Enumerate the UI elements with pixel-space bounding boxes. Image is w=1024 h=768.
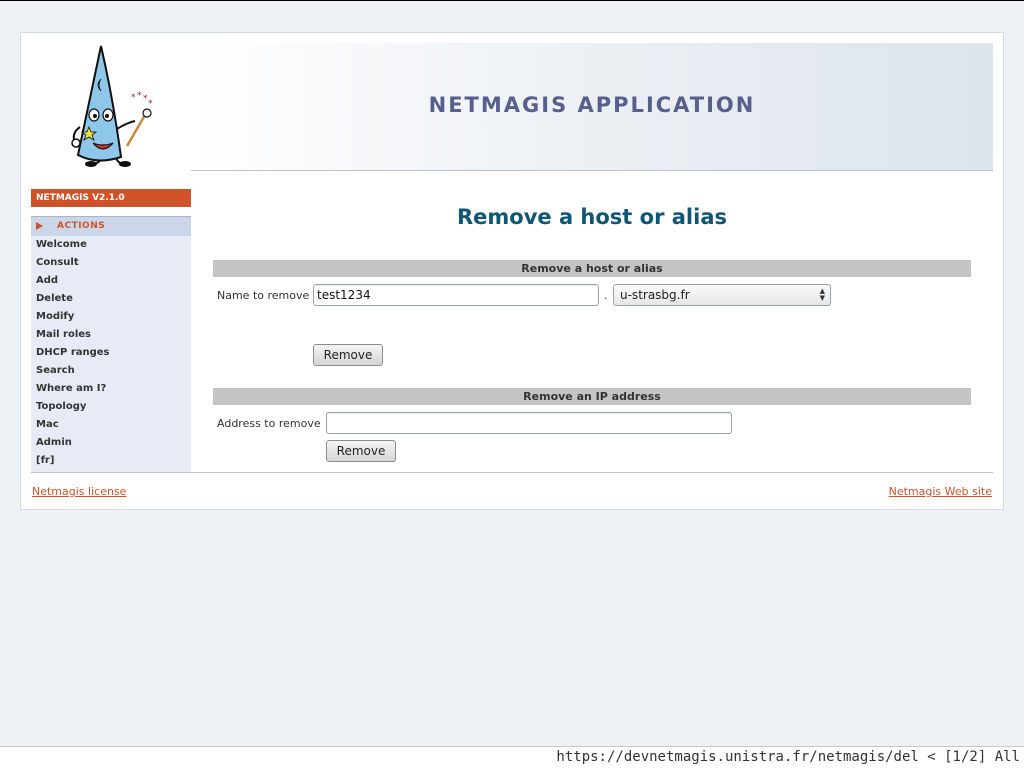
address-to-remove-label: Address to remove (217, 417, 321, 430)
license-link[interactable]: Netmagis license (32, 485, 126, 498)
sidebar-item-where-am-i[interactable]: Where am I? (31, 380, 191, 398)
svg-text:*: * (148, 99, 153, 109)
updown-arrows-icon: ▲ ▼ (819, 287, 825, 302)
footer-divider (31, 472, 993, 473)
sidebar-item-topology[interactable]: Topology (31, 398, 191, 416)
version-label: NETMAGIS V2.1.0 (31, 189, 191, 207)
sidebar-item-mail-roles[interactable]: Mail roles (31, 326, 191, 344)
name-input[interactable] (313, 284, 599, 306)
wizard-hat-logo: * * * * (71, 45, 153, 167)
svg-text:*: * (137, 91, 142, 101)
triangle-right-icon (36, 222, 43, 230)
remove-ip-button[interactable]: Remove (326, 440, 396, 462)
svg-text:*: * (131, 93, 136, 103)
sidebar-item-modify[interactable]: Modify (31, 308, 191, 326)
sidebar-item-delete[interactable]: Delete (31, 290, 191, 308)
header-banner: NETMAGIS APPLICATION (191, 43, 993, 170)
window-top-edge (0, 0, 1024, 1)
ip-section-header: Remove an IP address (213, 388, 971, 405)
header: * * * * NETMAGIS APPLICATION (31, 43, 993, 171)
sidebar: NETMAGIS V2.1.0 ACTIONS Welcome Consult … (31, 189, 191, 472)
sidebar-item-welcome[interactable]: Welcome (31, 236, 191, 254)
name-to-remove-label: Name to remove (217, 289, 310, 302)
domain-select[interactable]: u-strasbg.fr ▲ ▼ (613, 284, 831, 306)
logo-area: * * * * (31, 43, 191, 171)
host-section-header: Remove a host or alias (213, 260, 971, 277)
sidebar-item-language[interactable]: [fr] (31, 452, 191, 470)
website-link[interactable]: Netmagis Web site (889, 485, 992, 498)
actions-header: ACTIONS (31, 217, 191, 236)
address-input[interactable] (326, 412, 732, 434)
sidebar-item-admin[interactable]: Admin (31, 434, 191, 452)
domain-separator: . (604, 289, 608, 302)
page-frame: * * * * NETMAGIS APPLICATION NETMAGIS V2… (20, 32, 1004, 510)
sidebar-item-consult[interactable]: Consult (31, 254, 191, 272)
sidebar-divider (31, 207, 191, 217)
page-title: Remove a host or alias (456, 205, 727, 229)
status-bar-url: https://devnetmagis.unistra.fr/netmagis/… (0, 746, 1024, 768)
sidebar-item-add[interactable]: Add (31, 272, 191, 290)
sidebar-item-search[interactable]: Search (31, 362, 191, 380)
sidebar-item-dhcp-ranges[interactable]: DHCP ranges (31, 344, 191, 362)
remove-host-button[interactable]: Remove (313, 344, 383, 366)
domain-select-value: u-strasbg.fr (620, 288, 690, 302)
app-title: NETMAGIS APPLICATION (428, 93, 756, 117)
sidebar-item-mac[interactable]: Mac (31, 416, 191, 434)
actions-label: ACTIONS (57, 221, 106, 231)
